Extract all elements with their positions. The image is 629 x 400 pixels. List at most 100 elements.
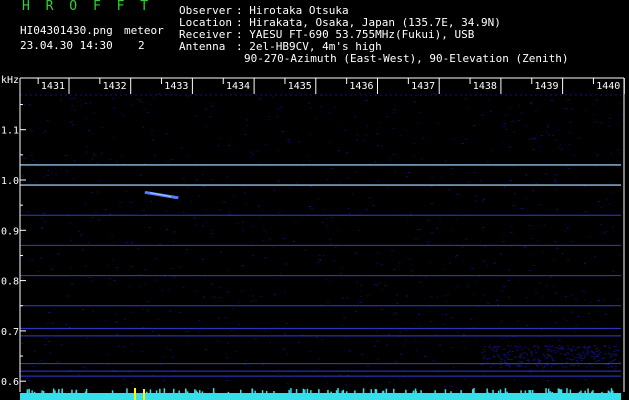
noise-speck xyxy=(269,238,271,240)
noise-speck xyxy=(320,106,322,108)
noise-speck xyxy=(466,107,469,109)
noise-speck xyxy=(22,175,24,177)
noise-speck xyxy=(244,360,247,362)
noise-speck xyxy=(516,349,519,351)
spectrum-peak xyxy=(288,389,290,393)
noise-speck xyxy=(327,302,329,304)
noise-speck xyxy=(551,359,554,361)
noise-speck xyxy=(281,321,284,323)
noise-speck xyxy=(574,356,577,358)
noise-speck xyxy=(565,361,568,363)
noise-speck xyxy=(170,158,173,160)
spectrum-peak xyxy=(405,389,407,393)
noise-speck xyxy=(137,99,140,100)
noise-speck xyxy=(617,103,620,105)
noise-speck xyxy=(90,280,93,281)
noise-speck xyxy=(502,143,505,145)
noise-speck xyxy=(104,209,107,211)
noise-speck xyxy=(490,151,493,153)
noise-speck xyxy=(533,138,535,140)
noise-speck xyxy=(525,125,528,127)
noise-speck xyxy=(509,146,512,148)
noise-speck xyxy=(587,313,590,314)
noise-speck xyxy=(568,144,571,146)
spectrum-peak xyxy=(295,389,298,393)
noise-speck xyxy=(85,102,88,104)
spectrum-peak xyxy=(492,389,494,393)
noise-speck xyxy=(406,176,409,178)
noise-speck xyxy=(430,321,433,322)
noise-speck xyxy=(508,353,510,355)
spectrum-peak xyxy=(33,391,36,393)
noise-speck xyxy=(419,112,422,113)
noise-speck xyxy=(227,144,230,146)
noise-speck xyxy=(512,166,515,168)
noise-speck xyxy=(89,219,92,221)
noise-speck xyxy=(431,232,433,234)
noise-speck xyxy=(503,126,505,128)
noise-speck xyxy=(596,99,599,101)
noise-speck xyxy=(583,345,586,347)
noise-speck xyxy=(558,340,561,341)
noise-speck xyxy=(520,348,523,350)
noise-speck xyxy=(276,116,279,118)
noise-speck xyxy=(86,337,89,339)
noise-speck xyxy=(451,168,454,170)
noise-speck xyxy=(204,348,207,350)
noise-speck xyxy=(583,346,585,348)
noise-speck xyxy=(463,347,466,349)
noise-speck xyxy=(150,200,153,202)
noise-speck xyxy=(115,161,118,163)
noise-speck xyxy=(141,350,144,352)
noise-speck xyxy=(393,269,396,270)
spectrum-peak xyxy=(547,391,550,393)
noise-speck xyxy=(584,211,587,212)
noise-speck xyxy=(482,294,485,296)
noise-speck xyxy=(151,330,154,332)
noise-speck xyxy=(490,348,493,350)
noise-speck xyxy=(534,111,537,113)
noise-speck xyxy=(573,92,576,94)
noise-speck xyxy=(545,173,548,175)
noise-speck xyxy=(463,334,465,336)
noise-speck xyxy=(554,352,557,354)
spectrum-peak xyxy=(414,388,417,393)
noise-speck xyxy=(288,186,291,188)
spectrum-peak xyxy=(520,390,522,393)
noise-speck xyxy=(260,210,263,212)
noise-speck xyxy=(210,233,213,235)
spectrum-peak xyxy=(587,388,589,393)
noise-speck xyxy=(530,351,533,353)
noise-speck xyxy=(547,125,550,127)
noise-speck xyxy=(24,157,27,159)
noise-speck xyxy=(130,343,133,345)
noise-speck xyxy=(554,179,557,181)
noise-speck xyxy=(554,241,557,243)
noise-speck xyxy=(610,192,613,194)
noise-speck xyxy=(91,192,94,193)
noise-speck xyxy=(165,346,168,348)
noise-speck xyxy=(532,264,535,266)
noise-speck xyxy=(608,347,611,349)
noise-speck xyxy=(99,180,102,182)
noise-speck xyxy=(578,352,581,354)
noise-speck xyxy=(420,309,423,311)
noise-speck xyxy=(604,353,607,355)
spectrum-peak xyxy=(370,389,372,393)
noise-speck xyxy=(82,308,84,310)
noise-speck xyxy=(564,353,566,355)
noise-speck xyxy=(590,378,593,380)
noise-speck xyxy=(242,186,245,188)
noise-speck xyxy=(23,104,26,106)
noise-speck xyxy=(195,179,198,181)
noise-speck xyxy=(496,347,499,349)
noise-speck xyxy=(505,114,508,116)
noise-speck xyxy=(209,116,212,118)
noise-speck xyxy=(28,260,31,261)
noise-speck xyxy=(111,98,114,99)
spectrum-peak xyxy=(506,391,508,393)
noise-speck xyxy=(394,361,397,363)
noise-speck xyxy=(32,159,35,161)
noise-speck xyxy=(381,309,384,311)
noise-speck xyxy=(333,106,336,108)
